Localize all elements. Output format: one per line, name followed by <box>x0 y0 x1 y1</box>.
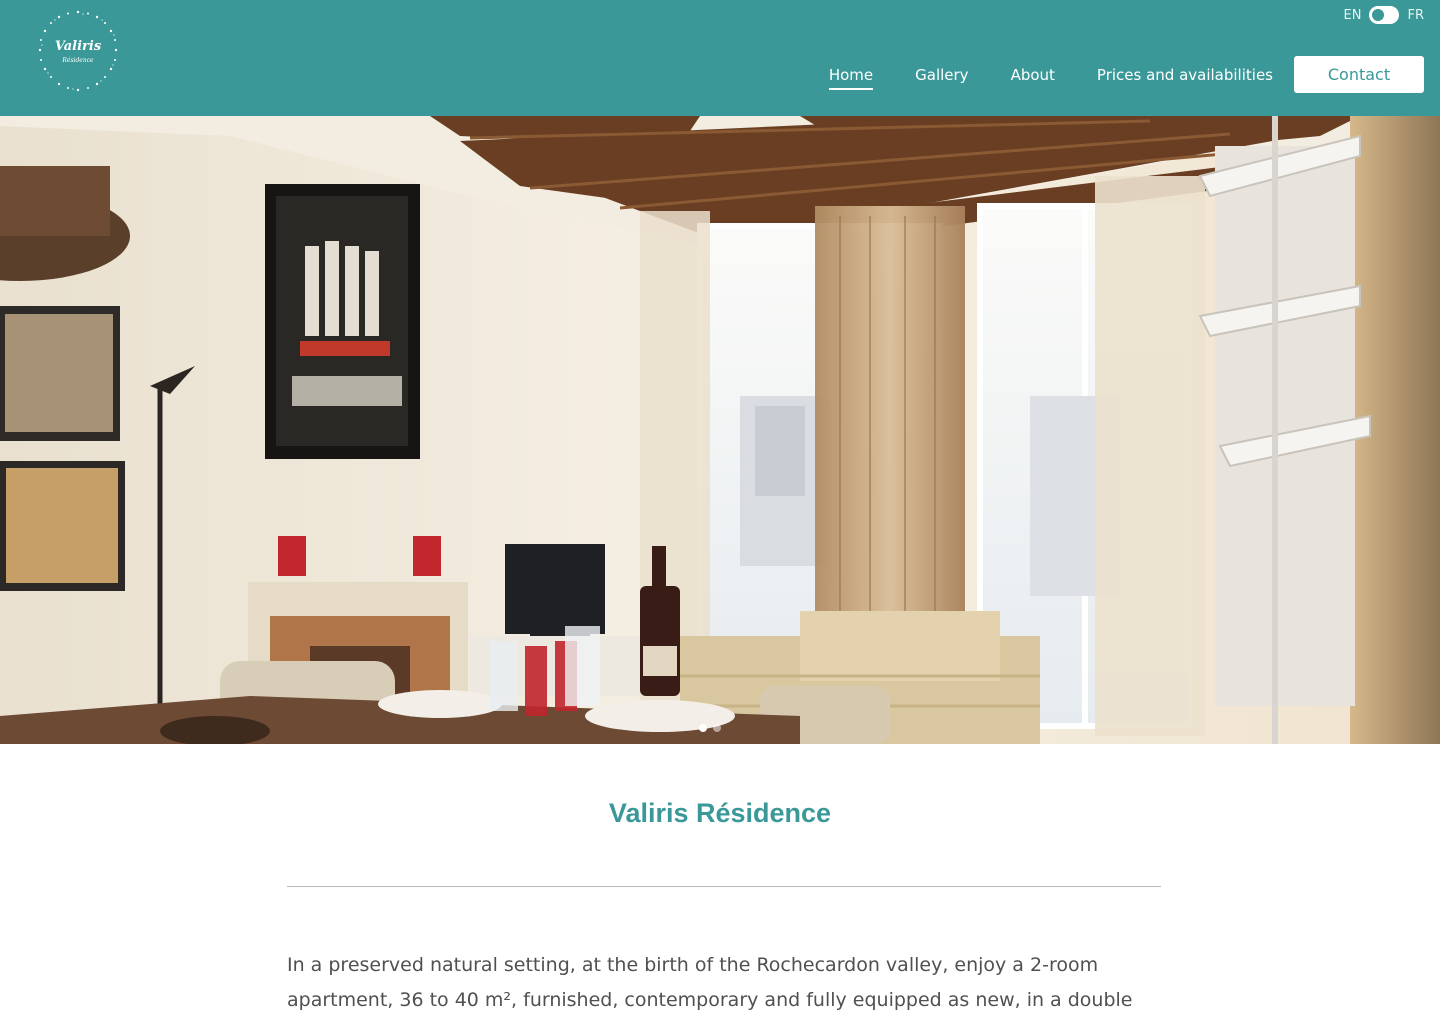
logo-name: Valiris <box>54 39 102 54</box>
page-title: Valiris Résidence <box>608 798 832 828</box>
language-switcher: EN FR <box>1344 6 1424 24</box>
language-en-label[interactable]: EN <box>1344 8 1362 23</box>
site-header: Valiris Résidence EN FR Home Gallery Abo… <box>0 0 1440 116</box>
nav-about[interactable]: About <box>1011 60 1055 90</box>
nav-gallery[interactable]: Gallery <box>915 60 968 90</box>
divider <box>287 886 1161 887</box>
intro-paragraph: In a preserved natural setting, at the b… <box>287 954 1133 1011</box>
carousel-dot-1[interactable] <box>699 724 707 732</box>
logo-subtitle: Résidence <box>62 57 94 64</box>
toggle-knob <box>1372 9 1385 21</box>
language-toggle[interactable] <box>1369 6 1400 24</box>
carousel-dot-2[interactable] <box>713 724 721 732</box>
contact-button[interactable]: Contact <box>1294 56 1424 93</box>
site-logo[interactable]: Valiris Résidence <box>36 8 120 96</box>
language-fr-label[interactable]: FR <box>1407 8 1424 23</box>
nav-home[interactable]: Home <box>828 60 874 90</box>
hero-image <box>0 116 1440 744</box>
hero-carousel[interactable] <box>0 116 1440 744</box>
main-nav: Home Gallery About Prices and availabili… <box>828 56 1424 93</box>
bottom-fade <box>0 1011 1440 1025</box>
nav-prices[interactable]: Prices and availabilities <box>1097 60 1273 90</box>
